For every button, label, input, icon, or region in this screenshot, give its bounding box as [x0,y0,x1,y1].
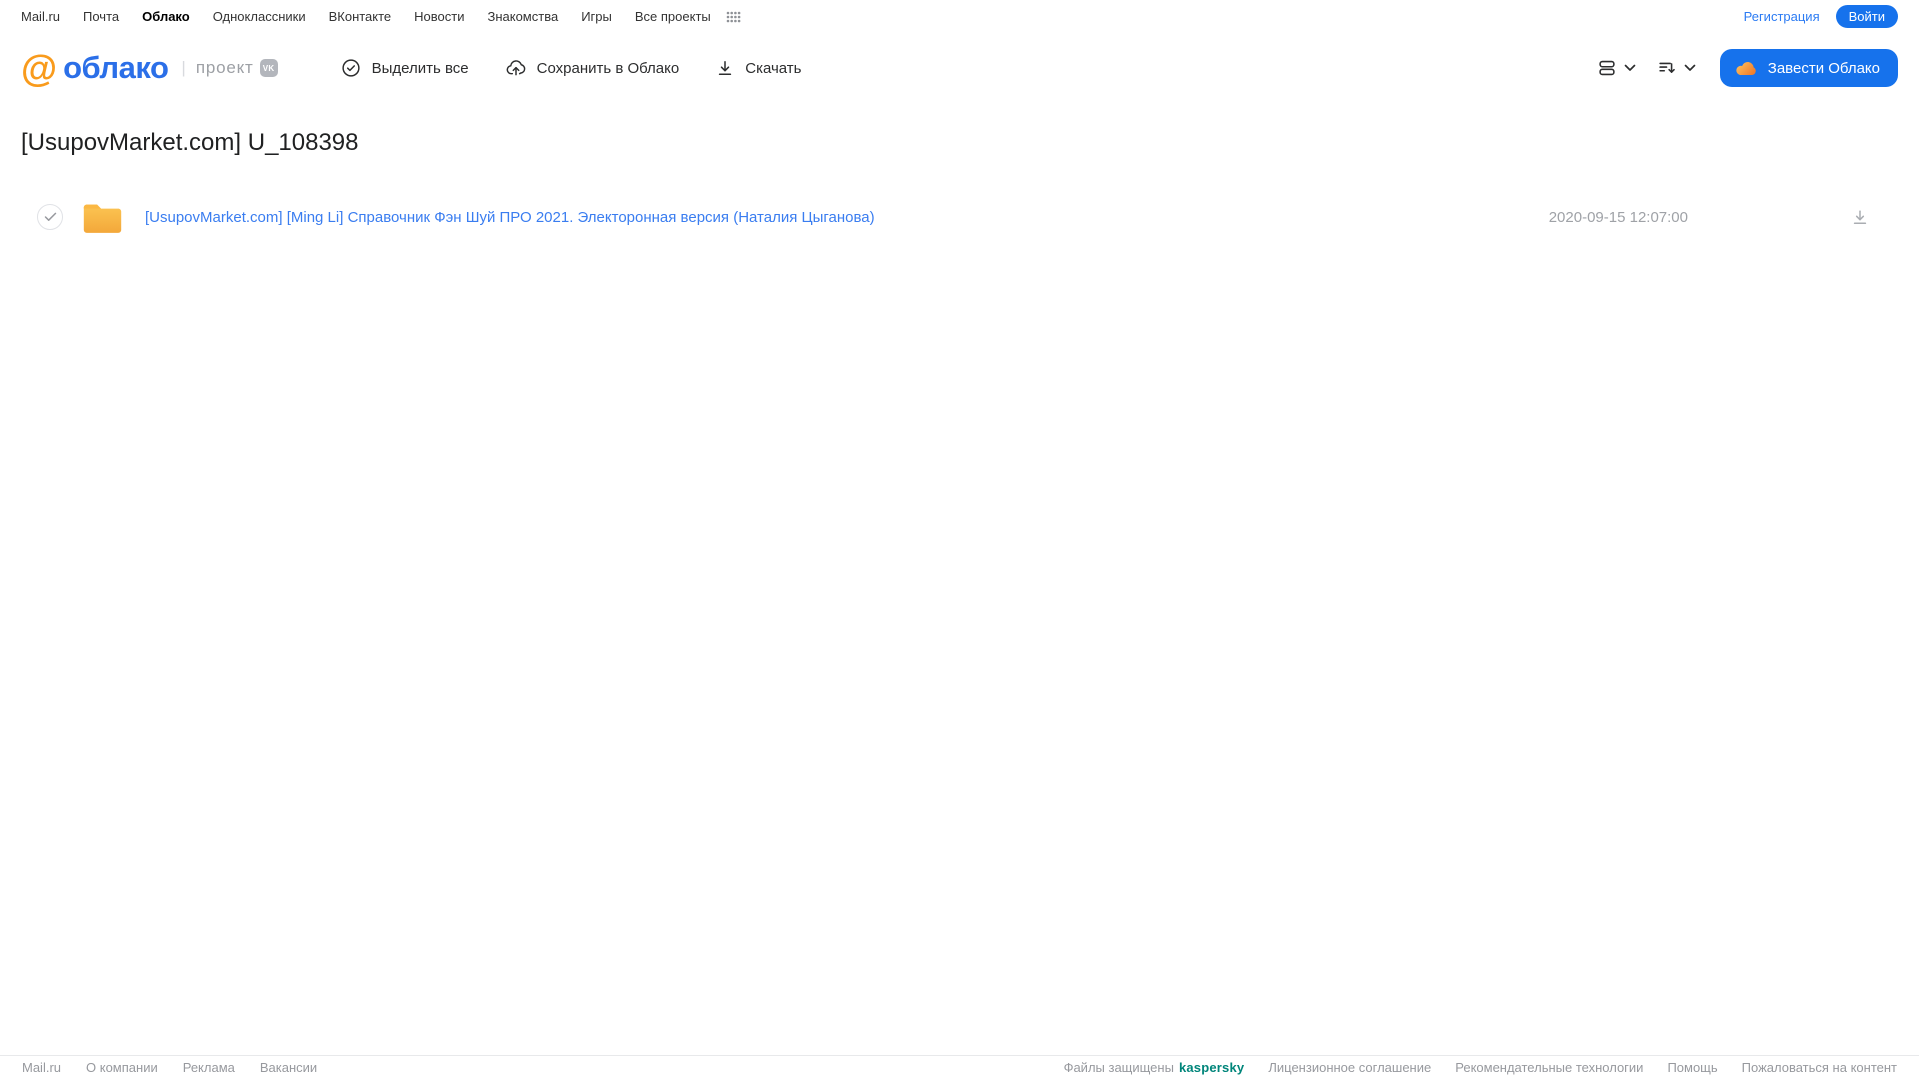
select-all-label: Выделить все [371,59,469,77]
download-button[interactable]: Скачать [715,58,801,78]
portal-link-cloud[interactable]: Облако [142,9,190,24]
portal-link-vkontakte[interactable]: ВКонтакте [329,9,392,24]
footer-left-links: Mail.ru О компании Реклама Вакансии [22,1060,317,1075]
download-label: Скачать [745,59,802,77]
all-projects-grid-icon[interactable] [726,11,741,23]
cloud-logo[interactable]: @ облако | проект VK [21,50,278,87]
footer-link-about[interactable]: О компании [86,1060,158,1075]
portal-link-mail[interactable]: Почта [83,9,119,24]
file-checkbox[interactable] [37,204,63,230]
orange-cloud-icon [1734,58,1758,78]
create-cloud-label: Завести Облако [1767,59,1880,77]
footer-link-recommendations[interactable]: Рекомендательные технологии [1455,1060,1643,1075]
protected-label: Файлы защищены [1063,1060,1174,1075]
view-controls: Завести Облако [1594,49,1898,87]
cloud-upload-icon [505,57,527,79]
select-all-button[interactable]: Выделить все [340,57,469,79]
portal-link-mailru[interactable]: Mail.ru [21,9,60,24]
page-title: [UsupovMarket.com] U_108398 [21,129,359,156]
file-name-link[interactable]: [UsupovMarket.com] [Ming Li] Справочник … [145,209,1549,226]
footer-link-jobs[interactable]: Вакансии [260,1060,317,1075]
cloud-header: @ облако | проект VK Выделить все Сохран… [0,33,1919,103]
chevron-down-icon [1624,64,1636,72]
footer-link-mailru[interactable]: Mail.ru [22,1060,61,1075]
cloud-logo-text: облако [63,50,169,85]
create-cloud-button[interactable]: Завести Облако [1719,49,1898,87]
kaspersky-protection: Файлы защищены kaspersky [1064,1060,1245,1075]
view-mode-selector[interactable] [1594,53,1638,83]
logo-divider: | [181,58,186,77]
login-button[interactable]: Войти [1835,5,1898,28]
portal-auth: Регистрация Войти [1744,5,1898,28]
kaspersky-logo: kaspersky [1178,1060,1245,1075]
download-icon [715,58,735,78]
save-to-cloud-button[interactable]: Сохранить в Облако [505,57,680,79]
file-row[interactable]: [UsupovMarket.com] [Ming Li] Справочник … [21,194,1898,240]
registration-link[interactable]: Регистрация [1744,9,1820,24]
footer-link-license[interactable]: Лицензионное соглашение [1268,1060,1431,1075]
footer-link-report[interactable]: Пожаловаться на контент [1742,1060,1897,1075]
vk-project-label: проект [195,58,254,77]
vk-badge-icon: VK [259,59,278,77]
file-toolbar: Выделить все Сохранить в Облако Скачать [340,57,801,79]
portal-link-dating[interactable]: Знакомства [487,9,558,24]
portal-links: Mail.ru Почта Облако Одноклассники ВКонт… [21,9,741,24]
file-download-icon[interactable] [1848,205,1872,229]
sort-selector[interactable] [1654,53,1698,83]
footer-link-ads[interactable]: Реклама [183,1060,235,1075]
check-circle-icon [340,57,362,79]
folder-icon [81,198,124,236]
chevron-down-icon [1684,64,1696,72]
file-date: 2020-09-15 12:07:00 [1548,208,1688,226]
portal-link-odnoklassniki[interactable]: Одноклассники [213,9,306,24]
list-view-icon [1596,57,1618,79]
save-to-cloud-label: Сохранить в Облако [536,59,680,77]
page-footer: Mail.ru О компании Реклама Вакансии Файл… [0,1055,1919,1079]
portal-link-news[interactable]: Новости [414,9,464,24]
sort-icon [1656,57,1678,79]
portal-navbar: Mail.ru Почта Облако Одноклассники ВКонт… [0,0,1919,33]
content-area: [UsupovMarket.com] U_108398 [UsupovMarke… [0,103,1919,240]
portal-link-games[interactable]: Игры [581,9,612,24]
mailru-at-icon: @ [21,47,58,89]
footer-link-help[interactable]: Помощь [1667,1060,1717,1075]
page: { "top_nav": { "links": ["Mail.ru", "Поч… [0,0,1919,1079]
portal-link-all-projects[interactable]: Все проекты [635,9,711,24]
footer-right-links: Файлы защищены kaspersky Лицензионное со… [1064,1060,1897,1075]
